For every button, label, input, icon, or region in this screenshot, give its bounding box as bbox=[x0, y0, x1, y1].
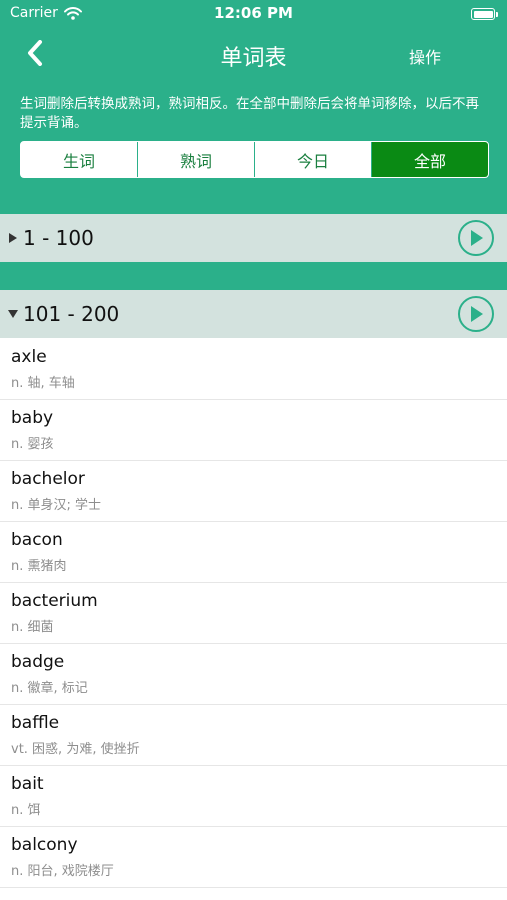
list-item[interactable]: baffle vt. 困惑, 为难, 使挫折 bbox=[0, 705, 507, 766]
group-header-101-200[interactable]: 101 - 200 bbox=[0, 290, 507, 338]
word-text: bachelor bbox=[11, 469, 85, 489]
play-button[interactable] bbox=[458, 220, 494, 256]
status-bar: Carrier 12:06 PM bbox=[0, 0, 507, 28]
word-definition: n. 阳台, 戏院楼厅 bbox=[11, 864, 114, 879]
word-list: axle n. 轴, 车轴 baby n. 婴孩 bachelor n. 单身汉… bbox=[0, 339, 507, 888]
word-text: baby bbox=[11, 408, 54, 428]
tab-known-words[interactable]: 熟词 bbox=[138, 142, 255, 177]
word-definition: n. 婴孩 bbox=[11, 437, 54, 452]
notice-text: 生词删除后转换成熟词，熟词相反。在全部中删除后会将单词移除，以后不再提示背诵。 bbox=[20, 96, 479, 131]
collapsed-triangle-icon bbox=[8, 233, 18, 243]
tab-segmented-control: 生词 熟词 今日 全部 bbox=[20, 141, 489, 178]
list-item[interactable]: balcony n. 阳台, 戏院楼厅 bbox=[0, 827, 507, 888]
word-text: baffle bbox=[11, 713, 60, 733]
group-label: 1 - 100 bbox=[23, 226, 94, 250]
word-text: bait bbox=[11, 774, 44, 794]
play-button[interactable] bbox=[458, 296, 494, 332]
word-text: bacon bbox=[11, 530, 63, 550]
word-definition: n. 徽章, 标记 bbox=[11, 681, 88, 696]
list-item[interactable]: bachelor n. 单身汉; 学士 bbox=[0, 461, 507, 522]
word-text: badge bbox=[11, 652, 65, 672]
list-item[interactable]: bait n. 饵 bbox=[0, 766, 507, 827]
word-definition: n. 单身汉; 学士 bbox=[11, 498, 102, 513]
list-item[interactable]: axle n. 轴, 车轴 bbox=[0, 339, 507, 400]
tab-all[interactable]: 全部 bbox=[372, 142, 488, 177]
tab-today[interactable]: 今日 bbox=[255, 142, 372, 177]
word-definition: n. 轴, 车轴 bbox=[11, 376, 75, 391]
tab-new-words[interactable]: 生词 bbox=[21, 142, 138, 177]
list-item[interactable]: baby n. 婴孩 bbox=[0, 400, 507, 461]
play-icon bbox=[471, 306, 483, 322]
group-divider bbox=[0, 262, 507, 290]
word-text: balcony bbox=[11, 835, 78, 855]
nav-bar: 单词表 操作 bbox=[0, 28, 507, 78]
battery-icon bbox=[471, 8, 498, 20]
list-item[interactable]: bacterium n. 细菌 bbox=[0, 583, 507, 644]
word-text: axle bbox=[11, 347, 47, 367]
play-icon bbox=[471, 230, 483, 246]
word-definition: n. 细菌 bbox=[11, 620, 54, 635]
list-item[interactable]: bacon n. 熏猪肉 bbox=[0, 522, 507, 583]
group-header-1-100[interactable]: 1 - 100 bbox=[0, 214, 507, 262]
word-definition: n. 饵 bbox=[11, 803, 41, 818]
header: Carrier 12:06 PM 单词表 操作 生词删除后转换成熟词，熟词相反。… bbox=[0, 0, 507, 214]
word-definition: vt. 困惑, 为难, 使挫折 bbox=[11, 742, 140, 757]
word-definition: n. 熏猪肉 bbox=[11, 559, 67, 574]
action-button[interactable]: 操作 bbox=[409, 44, 441, 68]
word-text: bacterium bbox=[11, 591, 98, 611]
status-time: 12:06 PM bbox=[214, 4, 293, 22]
group-label: 101 - 200 bbox=[23, 302, 120, 326]
expanded-triangle-icon bbox=[8, 309, 18, 319]
list-item[interactable]: badge n. 徽章, 标记 bbox=[0, 644, 507, 705]
